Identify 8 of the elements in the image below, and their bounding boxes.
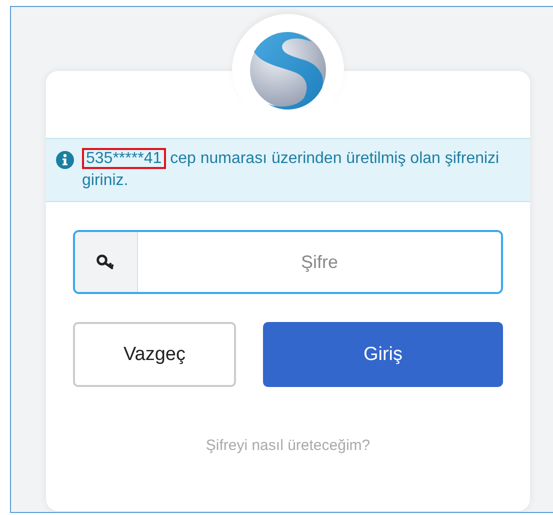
password-field[interactable]: Şifre [73, 230, 503, 294]
cancel-button[interactable]: Vazgeç [73, 322, 236, 387]
phone-number: 535*****41 [82, 148, 166, 169]
info-icon [56, 151, 74, 169]
key-icon [96, 254, 116, 270]
login-button[interactable]: Giriş [263, 322, 503, 387]
info-message: 535*****41 cep numarası üzerinden üretilmiş olan şifrenizi giriniz. [82, 148, 500, 191]
logo-icon [248, 30, 328, 110]
